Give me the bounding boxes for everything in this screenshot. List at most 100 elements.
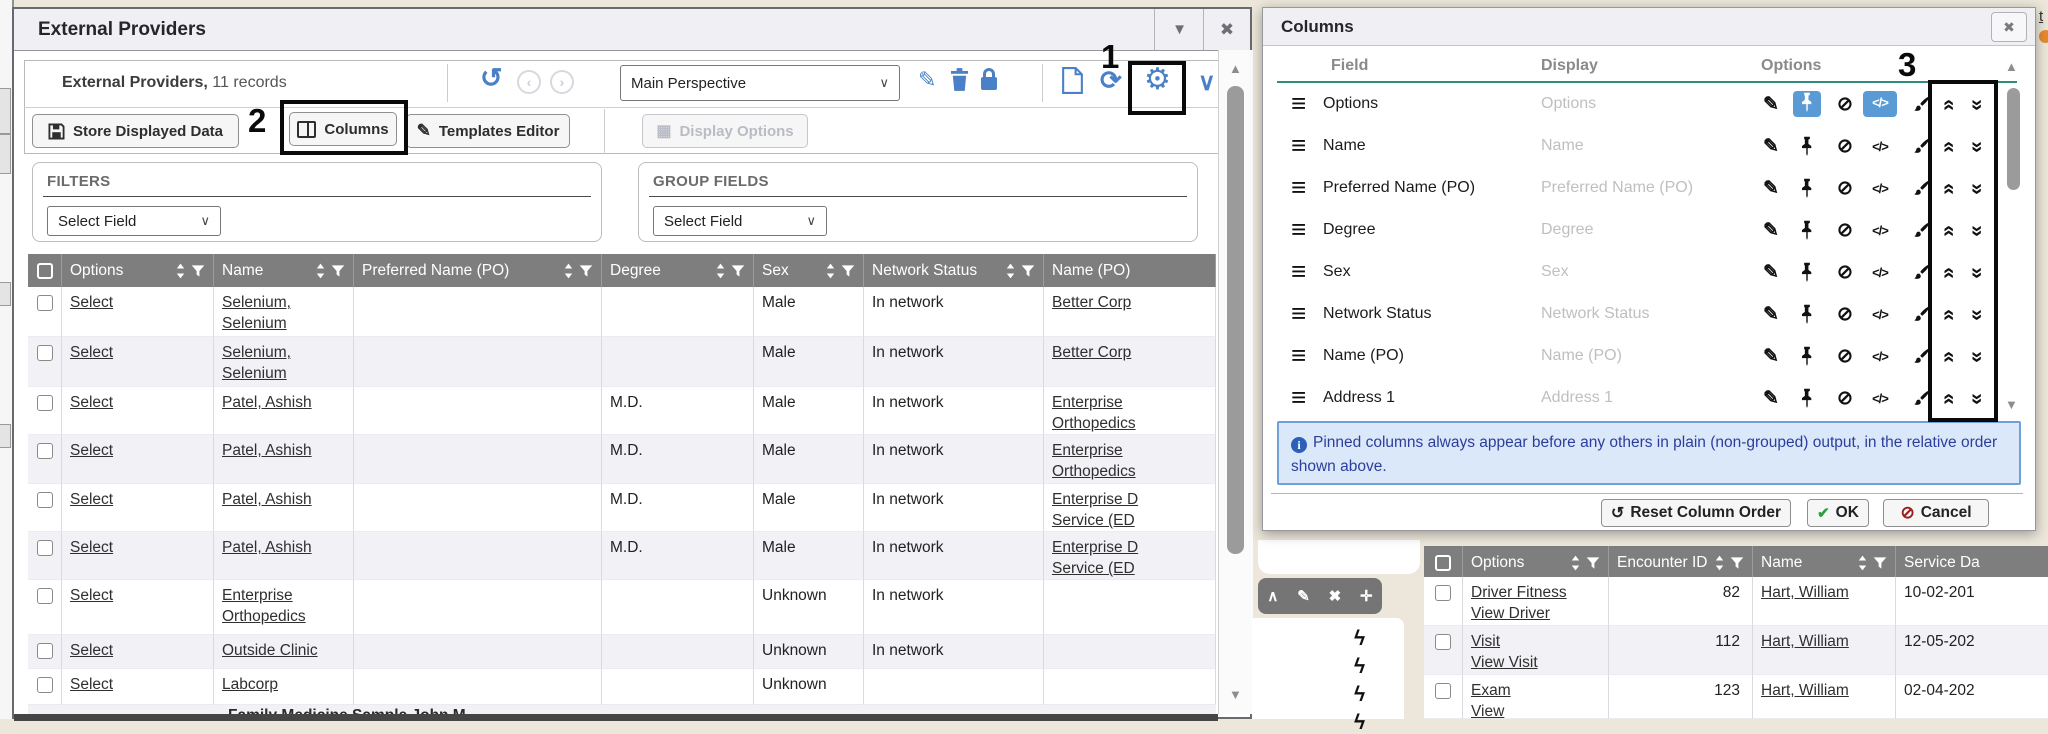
code-icon[interactable]: </>: [1863, 91, 1897, 117]
provider-name-link[interactable]: Patel, Ashish: [222, 394, 312, 411]
name-po-link[interactable]: Enterprise DService (ED: [1052, 491, 1138, 529]
row-checkbox[interactable]: [37, 492, 53, 508]
move-down-icon[interactable]: »: [1963, 219, 1991, 244]
select-all-checkbox[interactable]: [1435, 555, 1451, 571]
column-header-options[interactable]: Options: [62, 254, 214, 287]
select-link[interactable]: Select: [70, 294, 113, 311]
move-down-icon[interactable]: »: [1963, 135, 1991, 160]
provider-name-link[interactable]: Selenium,Selenium: [222, 344, 291, 382]
patient-name-link[interactable]: Hart, William: [1761, 682, 1849, 699]
drag-handle-icon[interactable]: ≡: [1291, 386, 1306, 408]
gear-icon[interactable]: ⚙: [1144, 65, 1171, 95]
hide-icon[interactable]: ⊘: [1831, 261, 1859, 285]
move-icon[interactable]: ✛: [1360, 587, 1373, 605]
edit-icon[interactable]: ✎: [1757, 387, 1785, 411]
select-link[interactable]: Select: [70, 676, 113, 693]
pin-icon[interactable]: [1793, 219, 1821, 243]
row-checkbox[interactable]: [37, 677, 53, 693]
brush-icon[interactable]: [1907, 261, 1935, 285]
row-checkbox[interactable]: [37, 395, 53, 411]
name-po-link[interactable]: EnterpriseOrthopedics: [1052, 394, 1136, 432]
name-po-link[interactable]: Better Corp: [1052, 294, 1131, 311]
drag-handle-icon[interactable]: ≡: [1291, 344, 1306, 366]
new-document-icon[interactable]: [1062, 67, 1083, 98]
encounter-view-link[interactable]: View Visit: [1471, 654, 1538, 671]
drag-handle-icon[interactable]: ≡: [1291, 176, 1306, 198]
hide-icon[interactable]: ⊘: [1831, 387, 1859, 411]
encounter-link[interactable]: Driver Fitness: [1471, 584, 1567, 601]
column-header-degree[interactable]: Degree: [602, 254, 754, 287]
row-checkbox[interactable]: [37, 588, 53, 604]
row-checkbox[interactable]: [1435, 585, 1451, 601]
row-checkbox[interactable]: [37, 345, 53, 361]
move-down-icon[interactable]: »: [1963, 261, 1991, 286]
undo-icon[interactable]: ↺: [480, 65, 503, 92]
reset-column-order-button[interactable]: ↺ Reset Column Order: [1601, 499, 1791, 527]
name-po-link[interactable]: Enterprise DService (ED: [1052, 539, 1138, 577]
row-checkbox[interactable]: [37, 295, 53, 311]
ok-button[interactable]: ✔ OK: [1807, 499, 1869, 527]
scrollbar-thumb[interactable]: [1227, 86, 1244, 554]
patient-name-link[interactable]: Hart, William: [1761, 633, 1849, 650]
store-displayed-data-button[interactable]: Store Displayed Data: [32, 114, 239, 148]
edit-icon[interactable]: ✎: [1757, 303, 1785, 327]
move-down-icon[interactable]: »: [1963, 303, 1991, 328]
row-checkbox[interactable]: [37, 443, 53, 459]
row-checkbox[interactable]: [37, 643, 53, 659]
column-header-preferred-name[interactable]: Preferred Name (PO): [354, 254, 602, 287]
lock-icon[interactable]: [980, 67, 998, 95]
select-link[interactable]: Select: [70, 642, 113, 659]
filters-field-select[interactable]: Select Field ∨: [47, 206, 221, 236]
column-header-sex[interactable]: Sex: [754, 254, 864, 287]
column-header-name-po[interactable]: Name (PO): [1044, 254, 1216, 287]
select-link[interactable]: Select: [70, 344, 113, 361]
select-link[interactable]: Select: [70, 491, 113, 508]
pin-icon[interactable]: [1793, 387, 1821, 411]
pin-icon[interactable]: [1793, 303, 1821, 327]
edit-icon[interactable]: ✎: [1757, 261, 1785, 285]
row-checkbox[interactable]: [1435, 634, 1451, 650]
move-up-icon[interactable]: «: [1935, 219, 1963, 244]
hide-icon[interactable]: ⊘: [1831, 135, 1859, 159]
code-icon[interactable]: </>: [1863, 387, 1897, 411]
columns-button[interactable]: Columns: [289, 112, 397, 146]
move-down-icon[interactable]: »: [1963, 177, 1991, 202]
cancel-button[interactable]: ⊘ Cancel: [1883, 499, 1989, 527]
dialog-close-button[interactable]: ✖: [1991, 12, 2027, 42]
edit-icon[interactable]: ✎: [1757, 93, 1785, 117]
code-icon[interactable]: </>: [1863, 177, 1897, 201]
provider-name-link[interactable]: Patel, Ashish: [222, 539, 312, 556]
code-icon[interactable]: </>: [1863, 345, 1897, 369]
select-link[interactable]: Select: [70, 442, 113, 459]
edit-icon[interactable]: ✎: [1757, 345, 1785, 369]
code-icon[interactable]: </>: [1863, 219, 1897, 243]
chevron-down-icon[interactable]: ∨: [1198, 71, 1216, 95]
pin-icon[interactable]: [1793, 135, 1821, 159]
brush-icon[interactable]: [1907, 177, 1935, 201]
column-header-service-date[interactable]: Service Da: [1896, 546, 2048, 579]
move-up-icon[interactable]: «: [1935, 261, 1963, 286]
encounter-view-link[interactable]: View Driver Fitness: [1471, 605, 1550, 626]
encounter-view-link[interactable]: View: [1471, 703, 1504, 719]
move-down-icon[interactable]: »: [1963, 387, 1991, 412]
drag-handle-icon[interactable]: ≡: [1291, 302, 1306, 324]
move-up-icon[interactable]: «: [1935, 303, 1963, 328]
provider-name-link[interactable]: Outside Clinic: [222, 642, 318, 659]
scroll-up-icon[interactable]: ▲: [1229, 62, 1242, 75]
provider-name-link[interactable]: EnterpriseOrthopedics: [222, 587, 306, 625]
move-up-icon[interactable]: «: [1935, 177, 1963, 202]
drag-handle-icon[interactable]: ≡: [1291, 92, 1306, 114]
brush-icon[interactable]: [1907, 303, 1935, 327]
provider-name-link[interactable]: Patel, Ashish: [222, 442, 312, 459]
select-link[interactable]: Select: [70, 587, 113, 604]
back-icon[interactable]: ‹: [517, 70, 541, 94]
select-all-checkbox[interactable]: [37, 263, 53, 279]
move-up-icon[interactable]: «: [1935, 387, 1963, 412]
patient-name-link[interactable]: Hart, William: [1761, 584, 1849, 601]
templates-editor-button[interactable]: ✎ Templates Editor: [406, 114, 570, 148]
column-header-name[interactable]: Name: [214, 254, 354, 287]
name-po-link[interactable]: Better Corp: [1052, 344, 1131, 361]
edit-icon[interactable]: ✎: [1757, 219, 1785, 243]
forward-icon[interactable]: ›: [550, 70, 574, 94]
pin-icon[interactable]: [1793, 177, 1821, 201]
